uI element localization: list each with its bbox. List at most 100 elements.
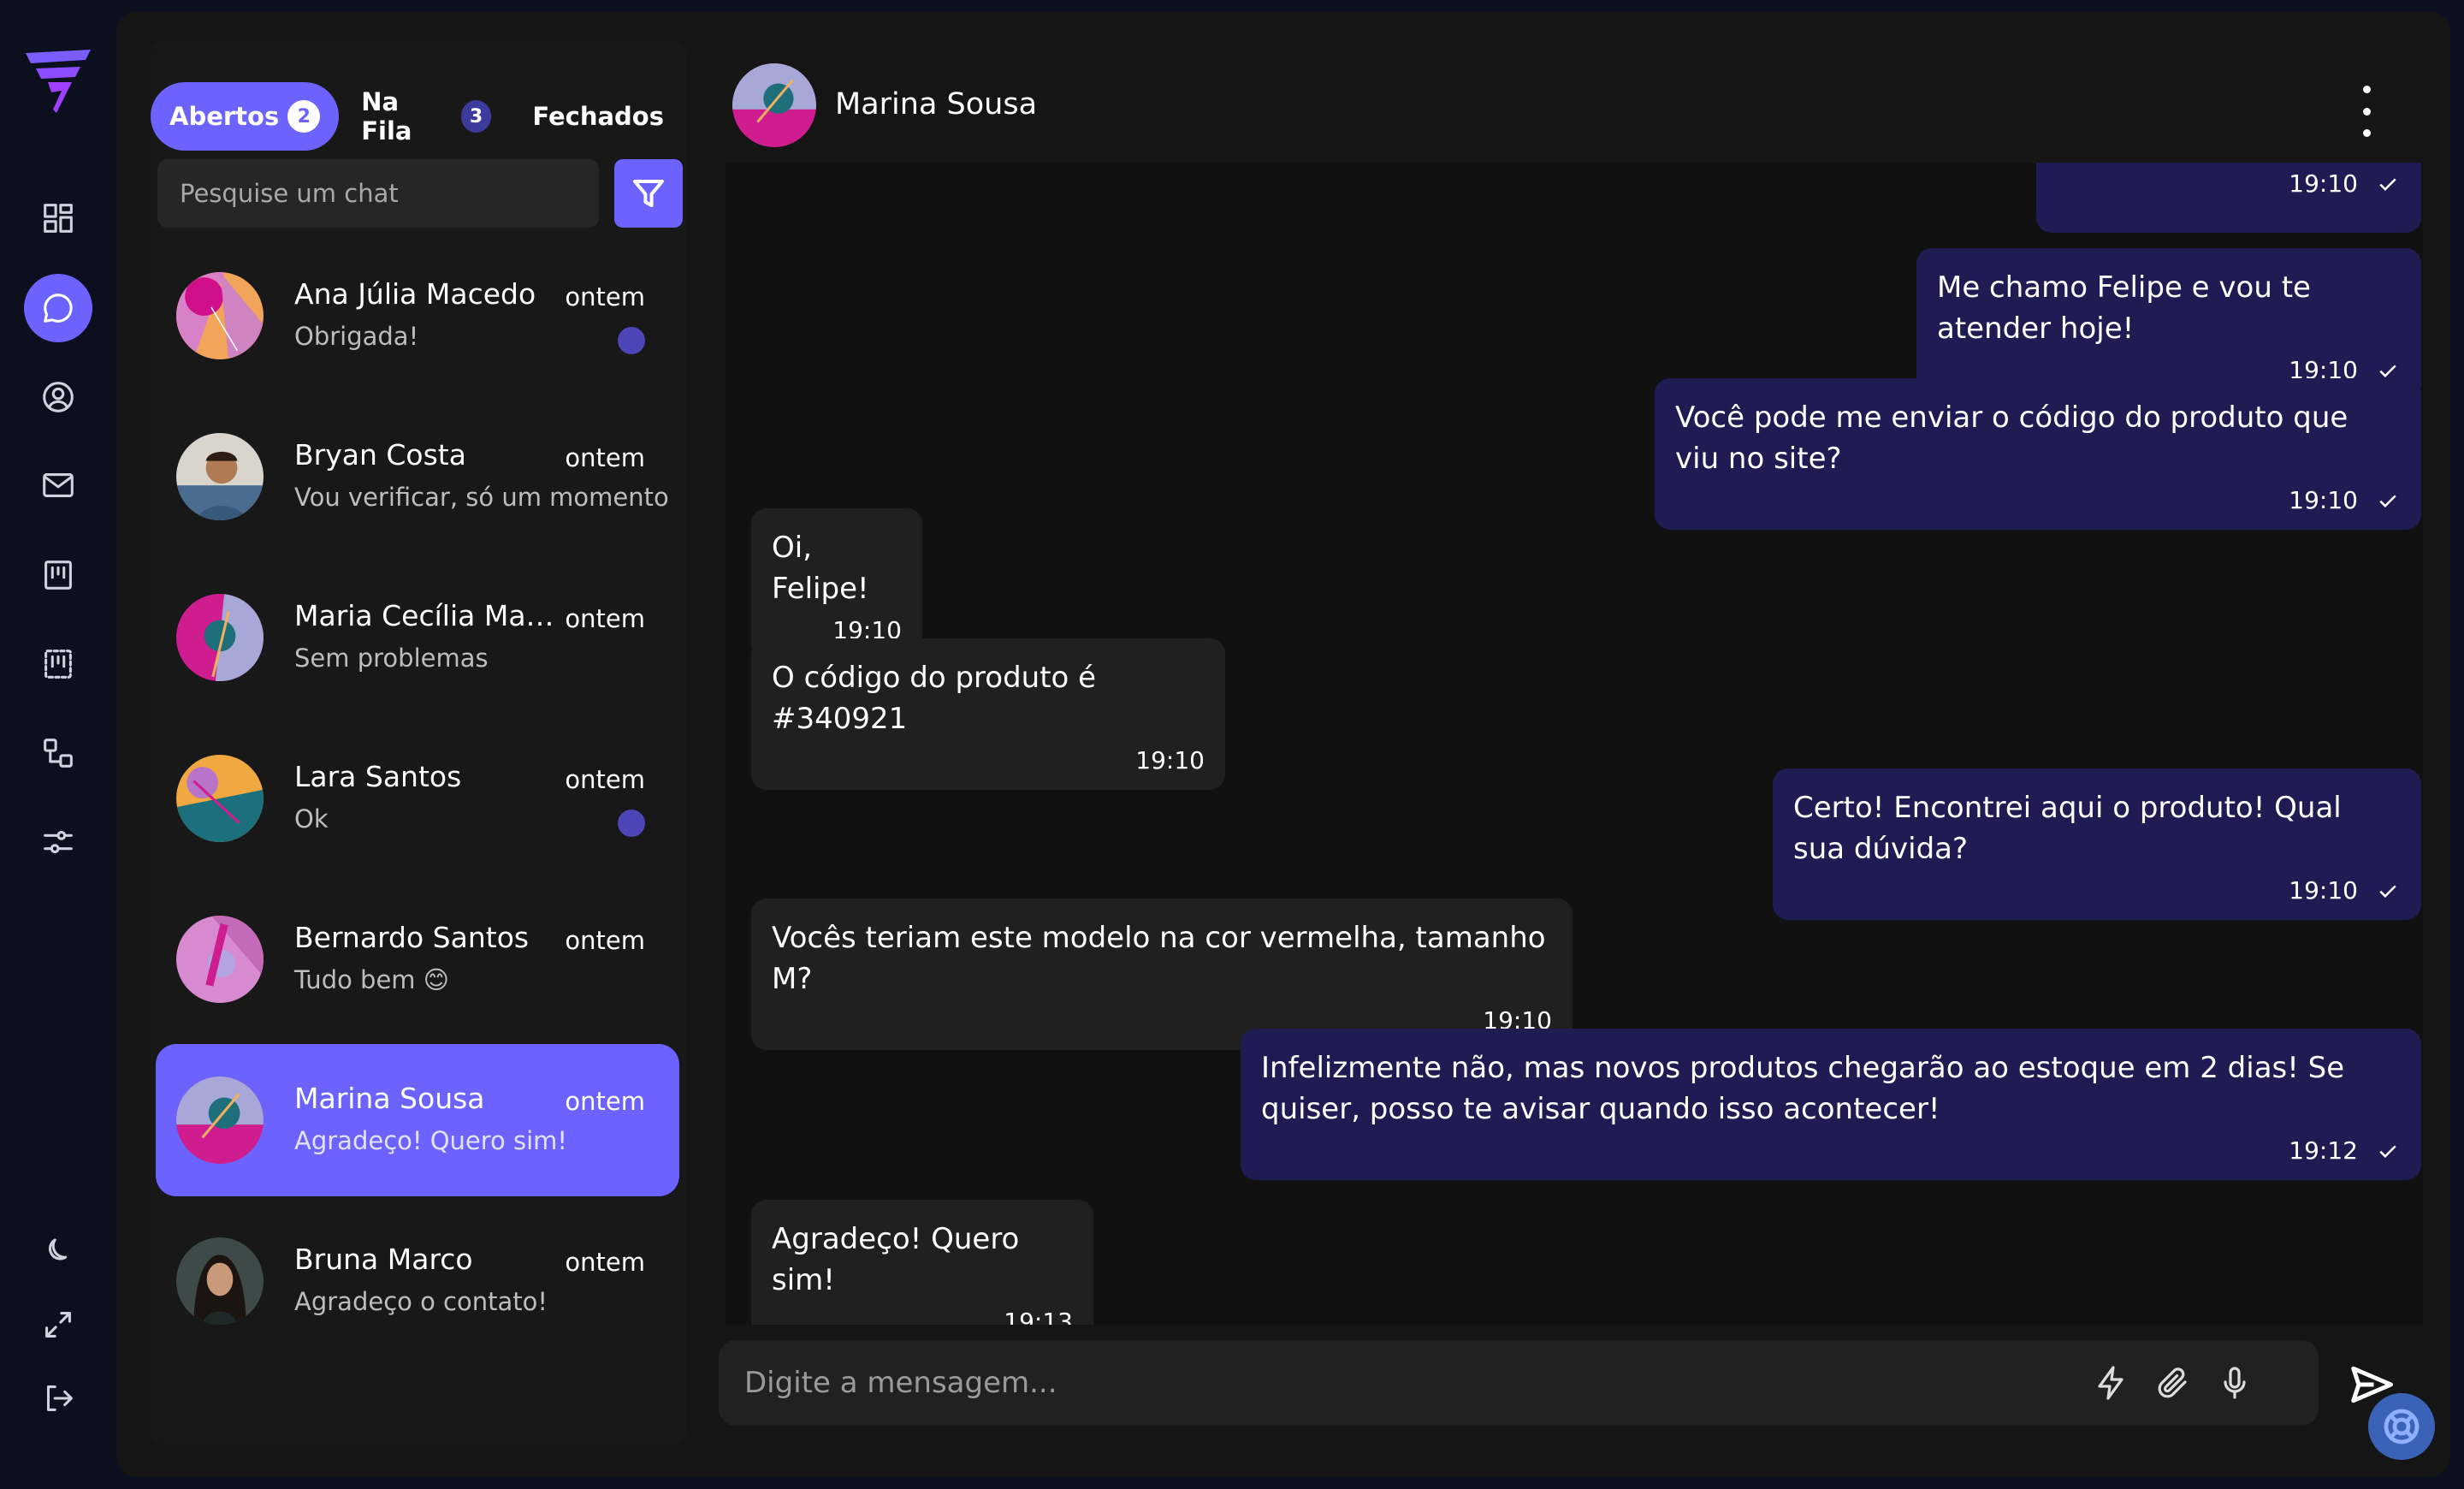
contacts-icon[interactable]	[24, 363, 92, 431]
message-outgoing: Certo! Encontrei aqui o produto! Qual su…	[1773, 768, 2421, 920]
message-text: Infelizmente não, mas novos produtos che…	[1261, 1051, 2345, 1126]
last-message: Tudo bem 😊	[294, 965, 450, 994]
mail-icon[interactable]	[24, 451, 92, 519]
filter-icon	[633, 180, 664, 207]
message-input[interactable]	[744, 1340, 2028, 1426]
chat-item-selected[interactable]: Marina Sousa ontem Agradeço! Quero sim!	[156, 1044, 679, 1196]
count-badge: 3	[460, 100, 492, 133]
count-badge: 2	[287, 100, 321, 133]
message-time: 19:10	[2289, 486, 2358, 514]
tab-abertos[interactable]: Abertos 2	[151, 82, 340, 151]
unread-dot	[618, 810, 645, 837]
microphone-icon[interactable]	[2214, 1362, 2255, 1403]
message-incoming: Agradeço! Quero sim! 19:13	[751, 1200, 1093, 1325]
chat-icon[interactable]	[24, 274, 92, 342]
message-list[interactable]: 19:10 Me chamo Felipe e vou te atender h…	[726, 163, 2423, 1325]
flow-icon[interactable]	[24, 719, 92, 787]
tab-na-fila[interactable]: Na Fila 3	[342, 82, 510, 151]
conversation-panel: Marina Sousa 19:10 Me chamo Felipe e vou…	[715, 12, 2450, 1477]
message-composer	[719, 1340, 2319, 1426]
message-text: Agradeço! Quero sim!	[772, 1222, 1020, 1297]
contact-name: Marina Sousa	[294, 1082, 485, 1115]
message-time: 19:10	[1135, 746, 1205, 774]
chat-time: ontem	[565, 604, 645, 633]
contact-name: Ana Júlia Macedo	[294, 277, 536, 311]
chat-list-panel: Abertos 2 Na Fila 3 Fechados Ana Júlia M…	[151, 41, 686, 1445]
check-icon	[2379, 884, 2396, 898]
message-time: 19:13	[1004, 1308, 1073, 1325]
chat-item[interactable]: Lara Santos ontem Ok	[156, 722, 679, 875]
message-text: Me chamo Felipe e vou te atender hoje!	[1937, 270, 2311, 346]
chat-time: ontem	[565, 282, 645, 311]
kanban-icon[interactable]	[24, 541, 92, 609]
tab-label: Na Fila	[361, 87, 412, 145]
chat-item[interactable]: Maria Cecília Macedo ontem Sem problemas	[156, 561, 679, 714]
last-message: Obrigada!	[294, 322, 419, 351]
last-message: Agradeço o contato!	[294, 1287, 548, 1316]
moon-icon[interactable]	[24, 1215, 92, 1284]
message-outgoing: Me chamo Felipe e vou te atender hoje! 1…	[1916, 248, 2421, 400]
unread-dot	[618, 327, 645, 354]
contact-name: Bryan Costa	[294, 438, 466, 472]
chat-item[interactable]: Bryan Costa ontem Vou verificar, só um m…	[156, 400, 679, 553]
check-icon	[2379, 494, 2396, 507]
main-frame: Abertos 2 Na Fila 3 Fechados Ana Júlia M…	[116, 12, 2450, 1477]
check-icon	[2379, 1144, 2396, 1158]
avatar	[176, 916, 264, 1003]
chat-time: ontem	[565, 765, 645, 794]
message-text: Você pode me enviar o código do produto …	[1675, 400, 2348, 476]
last-message: Sem problemas	[294, 644, 489, 673]
message-text: Vocês teriam este modelo na cor vermelha…	[772, 921, 1546, 996]
message-text: Certo! Encontrei aqui o produto! Qual su…	[1793, 791, 2342, 866]
message-time: 19:12	[2289, 1136, 2358, 1165]
last-message: Ok	[294, 804, 329, 833]
message-outgoing: Você pode me enviar o código do produto …	[1655, 378, 2421, 530]
message-text: Oi, Felipe!	[772, 531, 869, 606]
last-message: Agradeço! Quero sim!	[294, 1126, 568, 1155]
nav-rail	[0, 0, 116, 1489]
tab-label: Abertos	[169, 102, 280, 131]
message-incoming: Vocês teriam este modelo na cor vermelha…	[751, 899, 1573, 1050]
avatar	[176, 272, 264, 359]
contact-name: Marina Sousa	[835, 87, 1038, 122]
message-outgoing: Infelizmente não, mas novos produtos che…	[1241, 1029, 2421, 1180]
dashboard-icon[interactable]	[24, 184, 92, 252]
avatar	[176, 1077, 264, 1164]
avatar	[176, 1237, 264, 1325]
message-time: 19:10	[2289, 876, 2358, 905]
search-input[interactable]	[157, 159, 599, 228]
tab-label: Fechados	[532, 102, 664, 131]
message-incoming: Oi, Felipe! 19:10	[751, 508, 922, 660]
expand-icon[interactable]	[24, 1290, 92, 1359]
tab-fechados[interactable]: Fechados	[513, 82, 683, 151]
quick-reply-icon[interactable]	[2091, 1362, 2132, 1403]
avatar	[176, 755, 264, 842]
message-outgoing: 19:10	[2036, 163, 2421, 233]
help-icon[interactable]	[2368, 1393, 2435, 1460]
contact-avatar[interactable]	[732, 63, 816, 147]
settings-sliders-icon[interactable]	[24, 808, 92, 876]
chat-time: ontem	[565, 1087, 645, 1116]
more-options-icon[interactable]	[2349, 86, 2384, 137]
message-time: 19:10	[2289, 169, 2358, 198]
last-message: Vou verificar, só um momento	[294, 483, 669, 512]
chat-item[interactable]: Bruna Marco ontem Agradeço o contato!	[156, 1205, 679, 1357]
app-logo[interactable]	[22, 44, 94, 116]
message-incoming: O código do produto é #340921 19:10	[751, 638, 1225, 790]
logout-icon[interactable]	[24, 1364, 92, 1433]
contact-name: Bruna Marco	[294, 1243, 473, 1276]
chat-time: ontem	[565, 1248, 645, 1277]
contact-name: Maria Cecília Macedo	[294, 599, 560, 632]
avatar	[176, 433, 264, 520]
contact-name: Lara Santos	[294, 760, 462, 793]
avatar	[176, 594, 264, 681]
message-text: O código do produto é #340921	[772, 661, 1097, 736]
contact-name: Bernardo Santos	[294, 921, 530, 954]
chat-item[interactable]: Bernardo Santos ontem Tudo bem 😊	[156, 883, 679, 1035]
attachment-icon[interactable]	[2153, 1362, 2194, 1403]
filter-button[interactable]	[614, 159, 683, 228]
kanban-dashed-icon[interactable]	[24, 630, 92, 698]
chat-item[interactable]: Ana Júlia Macedo ontem Obrigada!	[156, 240, 679, 392]
check-icon	[2379, 177, 2396, 191]
chat-time: ontem	[565, 926, 645, 955]
